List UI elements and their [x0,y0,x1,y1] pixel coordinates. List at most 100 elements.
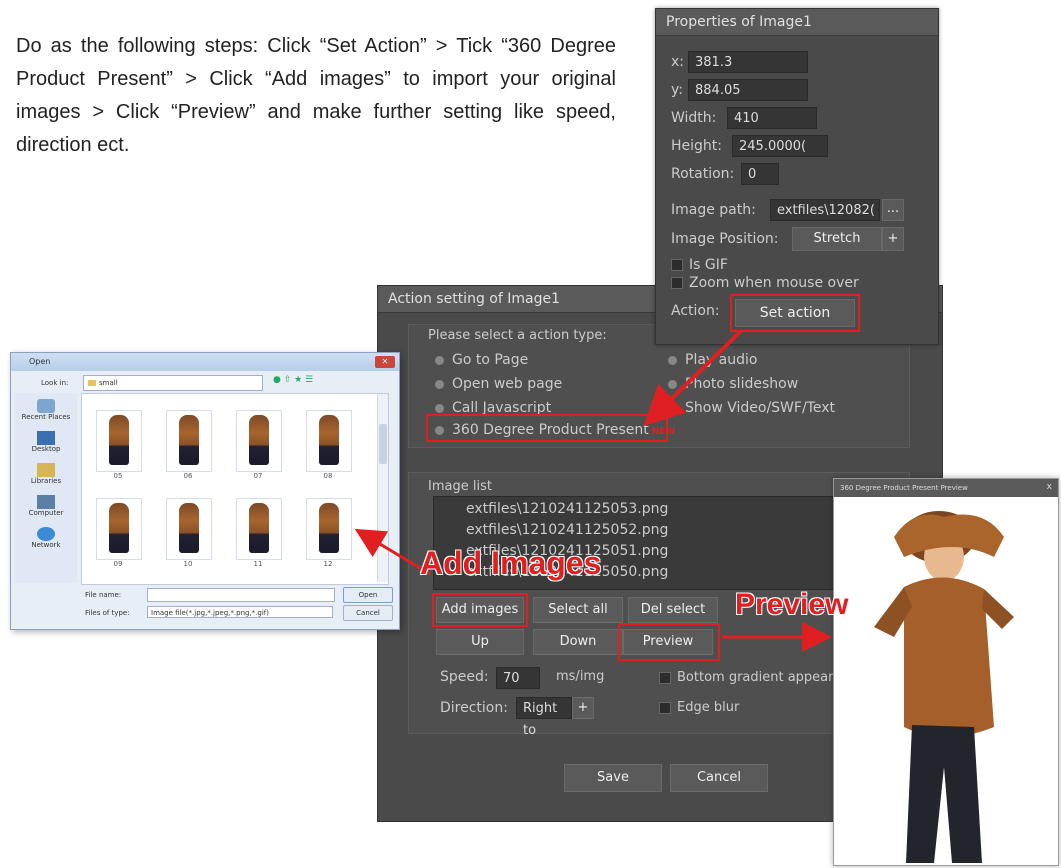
highlight-add-images [432,593,528,627]
place-label: Libraries [30,477,62,485]
thumb-label: 10 [183,560,193,568]
folder-icon [88,380,96,386]
model-image [249,415,269,465]
highlight-preview [618,623,720,661]
scroll-thumb[interactable] [379,424,387,464]
open-file-dialog: Open ✕ Look in: small ● ⇧ ★ ☰ Recent Pla… [10,352,400,630]
preview-callout: Preview [735,588,849,621]
look-in-select[interactable]: small [83,375,263,391]
thumb-item[interactable]: 05 [96,410,142,480]
x-input[interactable]: 381.3 [688,51,808,73]
place-desktop[interactable]: Desktop [15,431,77,453]
option-photo-slideshow[interactable]: Photo slideshow [668,376,798,392]
height-input[interactable]: 245.0000( [732,135,828,157]
place-network[interactable]: Network [15,527,77,549]
cancel-button[interactable]: Cancel [670,764,768,792]
places-bar: Recent Places Desktop Libraries Computer… [15,393,77,583]
thumb-label: 07 [253,472,263,480]
file-name-input[interactable] [147,588,335,602]
place-label: Desktop [31,445,61,453]
checkbox-label: Zoom when mouse over [689,275,859,291]
select-all-button[interactable]: Select all [533,597,623,623]
del-select-button[interactable]: Del select [628,597,718,623]
preview-close-icon[interactable]: x [1047,482,1052,492]
option-label: Show Video/SWF/Text [685,400,835,416]
network-icon [37,527,55,541]
thumb-item[interactable]: 11 [236,498,282,568]
thumb-label: 05 [113,472,123,480]
model-image [109,415,129,465]
files-of-type-select[interactable]: Image file(*.jpg,*.jpeg,*.png,*.gif) [147,606,333,618]
edge-blur-checkbox[interactable]: Edge blur [659,700,739,715]
image-filename: extfiles\1210241125052.png [466,522,669,538]
recent-places-icon [37,399,55,413]
thumb-item[interactable]: 07 [236,410,282,480]
model-image [319,503,339,553]
zoom-checkbox[interactable]: Zoom when mouse over [671,275,859,291]
look-in-value: small [99,379,118,387]
place-libraries[interactable]: Libraries [15,463,77,485]
rotation-label: Rotation: [671,166,735,182]
open-dialog-title: Open [11,353,399,371]
image-position-select[interactable]: Stretch [792,227,882,251]
image-position-plus-button[interactable]: + [882,227,904,251]
place-recent[interactable]: Recent Places [15,399,77,421]
thumb-item[interactable]: 08 [306,410,352,480]
option-label: Photo slideshow [685,376,799,392]
highlight-360-option [426,414,668,442]
thumb-label: 11 [253,560,263,568]
model-image [319,415,339,465]
thumb-item[interactable]: 10 [166,498,212,568]
select-action-label: Please select a action type: [428,328,607,343]
image-list-item[interactable]: extfiles\1210241125053.png [434,497,834,522]
direction-plus-button[interactable]: + [572,697,594,719]
option-open-web-page[interactable]: Open web page [435,376,562,392]
option-label: Play audio [685,352,758,368]
open-button[interactable]: Open [343,587,393,603]
width-input[interactable]: 410 [727,107,817,129]
save-button[interactable]: Save [564,764,662,792]
option-go-to-page[interactable]: Go to Page [435,352,528,368]
browse-button[interactable]: ... [882,199,904,221]
image-list-item[interactable]: extfiles\1210241125052.png [434,522,834,543]
speed-input[interactable]: 70 [496,667,540,689]
desktop-icon [37,431,55,445]
image-path-input[interactable]: extfiles\12082( [770,199,880,221]
option-show-video[interactable]: Show Video/SWF/Text [668,400,835,416]
thumb-item[interactable]: 06 [166,410,212,480]
model-image [834,497,1056,863]
up-button[interactable]: Up [436,629,524,655]
model-image [109,503,129,553]
direction-select[interactable]: Right to [516,697,572,738]
open-cancel-button[interactable]: Cancel [343,605,393,621]
action-label: Action: [671,303,720,319]
file-name-label: File name: [85,591,122,599]
instructions-text: Do as the following steps: Click “Set Ac… [16,35,616,156]
image-position-label: Image Position: [671,231,779,247]
preview-title: 360 Degree Product Present Preview [834,479,1058,497]
width-label: Width: [671,110,717,126]
look-in-label: Look in: [41,379,69,387]
place-computer[interactable]: Computer [15,495,77,517]
rotation-input[interactable]: 0 [741,163,779,185]
scrollbar[interactable] [377,394,388,582]
thumb-item[interactable]: 12 [306,498,352,568]
speed-label: Speed: [440,669,489,685]
y-input[interactable]: 884.05 [688,79,808,101]
checkbox-label: Edge blur [677,700,740,715]
option-label: Go to Page [452,352,529,368]
toolbar-icons[interactable]: ● ⇧ ★ ☰ [273,375,333,389]
close-icon[interactable]: ✕ [375,356,395,368]
down-button[interactable]: Down [533,629,623,655]
option-play-audio[interactable]: Play audio [668,352,757,368]
checkbox-label: Is GIF [689,257,728,273]
libraries-icon [37,463,55,477]
highlight-set-action [730,294,860,332]
files-of-type-label: Files of type: [85,609,130,617]
is-gif-checkbox[interactable]: Is GIF [671,257,728,273]
thumb-label: 08 [323,472,333,480]
preview-window: 360 Degree Product Present Preview x [833,478,1059,866]
thumb-item[interactable]: 09 [96,498,142,568]
file-area: 05 06 07 08 09 10 11 12 [81,393,389,585]
bottom-gradient-checkbox[interactable]: Bottom gradient appear [659,670,834,685]
